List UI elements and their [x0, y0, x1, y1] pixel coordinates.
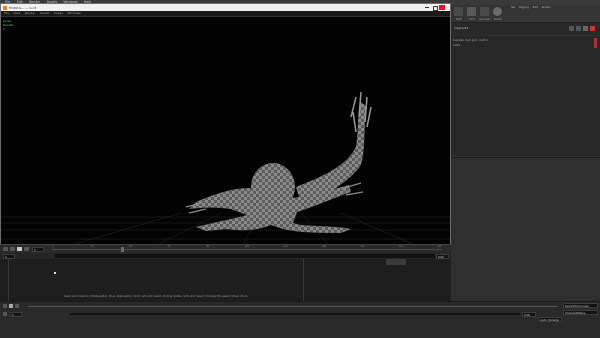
- bottom-end-field[interactable]: 240: [522, 311, 536, 317]
- frame-tick-label: 48: [129, 245, 133, 248]
- key-mode-field[interactable]: Keys/Ch/Curves: [563, 303, 598, 308]
- shelf-label-1: Shelf: [455, 18, 462, 21]
- tree-item-2[interactable]: root1: [453, 43, 593, 47]
- jump-start-icon[interactable]: [3, 247, 8, 251]
- win-menu-view[interactable]: View: [13, 11, 20, 16]
- shelf-tool-2-icon[interactable]: [467, 7, 476, 16]
- frame-tick-label: 144: [283, 245, 288, 248]
- bottom-range-slider[interactable]: [70, 313, 520, 315]
- chan-mode-field[interactable]: Chan/All/Keys: [563, 310, 598, 315]
- maximize-icon[interactable]: [431, 5, 438, 11]
- mini-preview: [386, 259, 406, 265]
- win-menu-file[interactable]: File: [4, 11, 9, 16]
- right-tab-1[interactable]: Set: [511, 6, 515, 9]
- tree-item-1[interactable]: lookdev: 6x6 grid, 4.20.1: [453, 38, 593, 42]
- bottom-key-icon[interactable]: [3, 312, 7, 316]
- frame-tick-label: 24: [90, 245, 94, 248]
- window-titlebar[interactable]: HDRI/Ue... — ls:c3: [1, 4, 450, 11]
- shelf-tool-1-icon[interactable]: [454, 7, 463, 16]
- divider-right: [303, 259, 304, 301]
- scrollbar-thumb[interactable]: [594, 38, 597, 48]
- app-logo-icon: [3, 5, 7, 10]
- shelf-label-2: Tools: [469, 18, 475, 21]
- minimize-icon[interactable]: [424, 5, 430, 10]
- frame-range-slider[interactable]: [55, 254, 435, 258]
- frame-tick-label: 120: [244, 245, 250, 248]
- win-menu-assets[interactable]: Assets: [40, 11, 50, 16]
- step-forward-icon[interactable]: [24, 247, 29, 251]
- keyframe-marker[interactable]: [54, 272, 56, 274]
- play-icon[interactable]: [17, 247, 22, 251]
- right-tab-2[interactable]: Rigging: [519, 6, 529, 9]
- win-menu-image[interactable]: Image: [54, 11, 63, 16]
- win-menu-windows[interactable]: Windows: [67, 11, 80, 16]
- bottom-scrubber[interactable]: [28, 306, 558, 307]
- status-hint: Select and transform: Middle-button: Mov…: [64, 295, 249, 298]
- step-back-icon[interactable]: [10, 247, 15, 251]
- right-tab-3[interactable]: Edit: [533, 6, 538, 9]
- settings-icon[interactable]: [583, 26, 588, 31]
- parameter-pane: [451, 157, 600, 308]
- scene-render: [1, 91, 450, 248]
- motion-view: Select and transform: Middle-button: Mov…: [0, 259, 451, 301]
- auto-update-field[interactable]: Auto Update: [538, 317, 562, 322]
- scene-tree: lookdev: 6x6 grid, 4.20.1 root1: [451, 36, 600, 156]
- playback-scrubber[interactable]: [52, 249, 442, 250]
- right-panel: Shelf Tools Geometry Render Set Rigging …: [451, 5, 600, 338]
- frame-tick-label: 1: [52, 245, 54, 248]
- current-frame-field[interactable]: 1: [32, 246, 44, 252]
- divider-left: [8, 259, 9, 301]
- close-pane-icon[interactable]: [590, 26, 595, 31]
- bottom-jump-start-icon[interactable]: [3, 304, 7, 308]
- shelf-tool-3-icon[interactable]: [480, 7, 489, 16]
- ground-grid: [1, 212, 450, 248]
- bottom-start-field[interactable]: 1: [10, 311, 22, 317]
- creature-model: [185, 91, 372, 234]
- bottom-timeline: 1 240 Keys/Ch/Curves Chan/All/Keys Auto …: [0, 301, 600, 338]
- bottom-play-icon[interactable]: [9, 304, 13, 308]
- win-menu-render[interactable]: Render: [25, 11, 36, 16]
- shelf-label-3: Geometry: [479, 18, 491, 21]
- network-path[interactable]: /obj/root1: [454, 26, 514, 30]
- bottom-stop-icon[interactable]: [15, 304, 19, 308]
- end-frame-field[interactable]: 240: [436, 253, 449, 259]
- frame-tick-label: 192: [360, 245, 365, 248]
- frame-tick-label: 96: [206, 245, 210, 248]
- start-frame-field[interactable]: 1: [3, 253, 15, 259]
- shelf-label-4: Render: [493, 18, 503, 21]
- frame-tick-label: 72: [167, 245, 171, 248]
- close-icon[interactable]: [439, 5, 445, 10]
- network-path-bar: /obj/root1: [451, 23, 600, 35]
- render-window: HDRI/Ue... — ls:c3 File View Render Asse…: [0, 3, 451, 253]
- playhead[interactable]: [121, 247, 124, 252]
- grid-view-icon[interactable]: [569, 26, 574, 31]
- shelf-toolbar: Shelf Tools Geometry Render Set Rigging …: [451, 5, 600, 23]
- 3d-viewport[interactable]: persp Render 1: [1, 17, 450, 248]
- right-tab-4[interactable]: Render: [542, 6, 551, 9]
- frame-tick-label: 216: [398, 245, 404, 248]
- frame-tick-label: 168: [321, 245, 327, 248]
- frame-tick-label: 240: [437, 245, 442, 248]
- window-title: HDRI/Ue... — ls:c3: [9, 5, 37, 10]
- list-view-icon[interactable]: [576, 26, 581, 31]
- shelf-tool-4-icon[interactable]: [493, 7, 502, 16]
- right-tab-strip: Set Rigging Edit Render: [511, 6, 599, 9]
